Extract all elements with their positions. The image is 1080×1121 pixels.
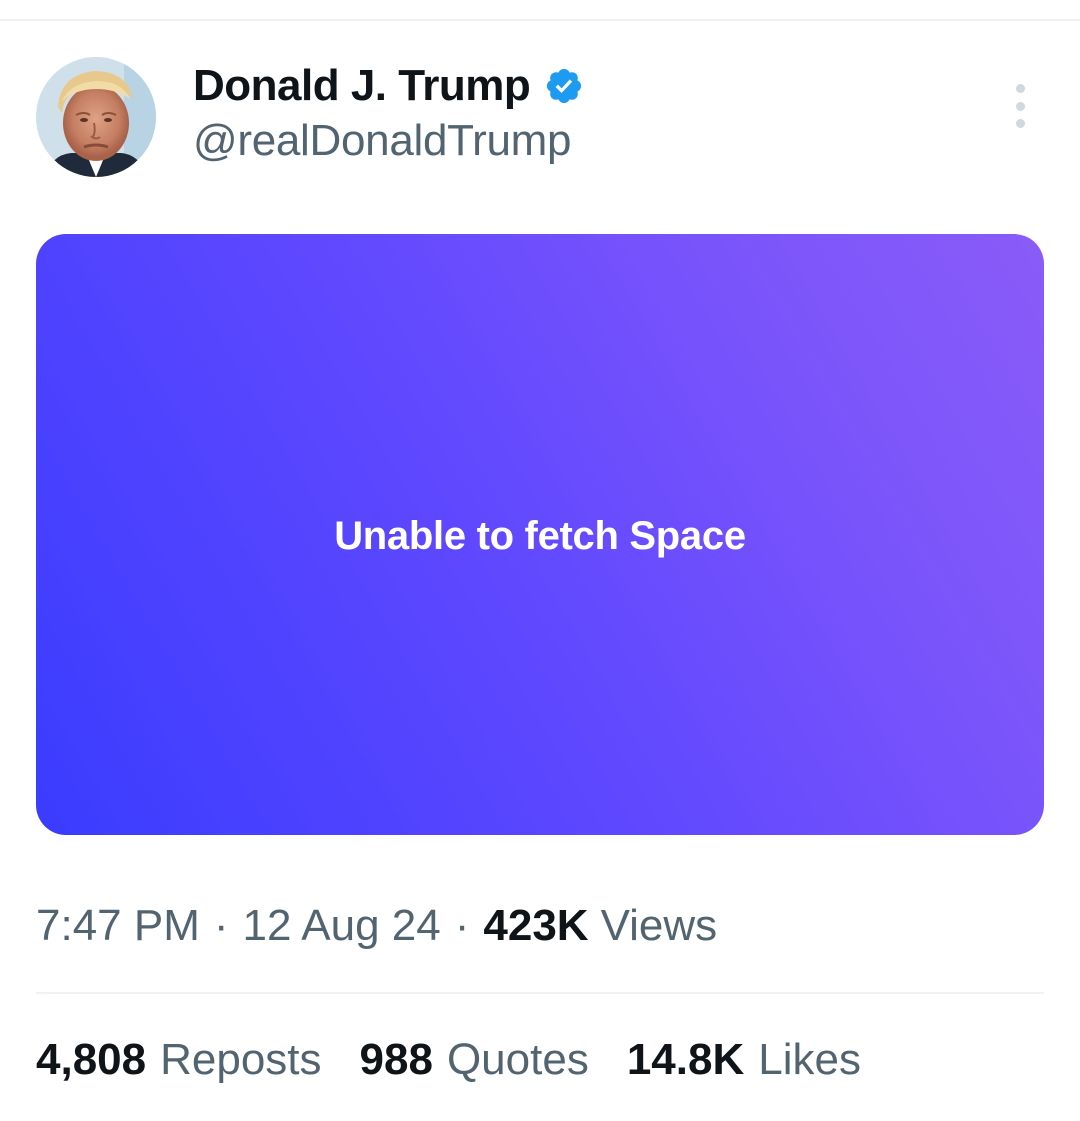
post-time[interactable]: 7:47 PM xyxy=(36,901,200,951)
meta-separator: · xyxy=(213,901,229,950)
reposts-count: 4,808 xyxy=(36,1035,147,1084)
quotes-count: 988 xyxy=(359,1035,433,1084)
views-count: 423K xyxy=(483,901,589,950)
likes-count: 14.8K xyxy=(626,1035,745,1084)
post-date[interactable]: 12 Aug 24 xyxy=(243,901,441,951)
space-card-message: Unable to fetch Space xyxy=(334,514,746,558)
more-dot xyxy=(1015,84,1025,93)
engagement-stats: 4,808 Reposts 988 Quotes 14.8K Likes xyxy=(36,1030,899,1090)
reposts-stat[interactable]: 4,808 Reposts xyxy=(36,1035,322,1085)
verified-badge-icon[interactable] xyxy=(544,66,584,106)
avatar-image xyxy=(36,57,156,177)
post-meta: 7:47 PM · 12 Aug 24 · 423K Views xyxy=(36,896,717,956)
top-divider xyxy=(0,19,1080,21)
display-name-row: Donald J. Trump xyxy=(193,58,584,114)
more-dot xyxy=(1015,101,1025,111)
quotes-label: Quotes xyxy=(446,1035,589,1084)
user-handle[interactable]: @realDonaldTrump xyxy=(193,116,571,166)
likes-stat[interactable]: 14.8K Likes xyxy=(627,1035,861,1085)
reposts-label: Reposts xyxy=(160,1035,322,1084)
views-label: Views xyxy=(600,901,718,950)
stats-divider xyxy=(36,992,1044,994)
more-options-icon[interactable] xyxy=(1004,84,1036,128)
post-detail: Donald J. Trump @realDonaldTrump Unable … xyxy=(0,0,1080,1121)
likes-label: Likes xyxy=(758,1035,861,1084)
meta-separator: · xyxy=(454,901,470,950)
display-name[interactable]: Donald J. Trump xyxy=(193,61,531,111)
space-card[interactable]: Unable to fetch Space xyxy=(36,234,1044,835)
quotes-stat[interactable]: 988 Quotes xyxy=(360,1035,589,1085)
more-dot xyxy=(1015,119,1025,128)
avatar[interactable] xyxy=(36,57,156,177)
